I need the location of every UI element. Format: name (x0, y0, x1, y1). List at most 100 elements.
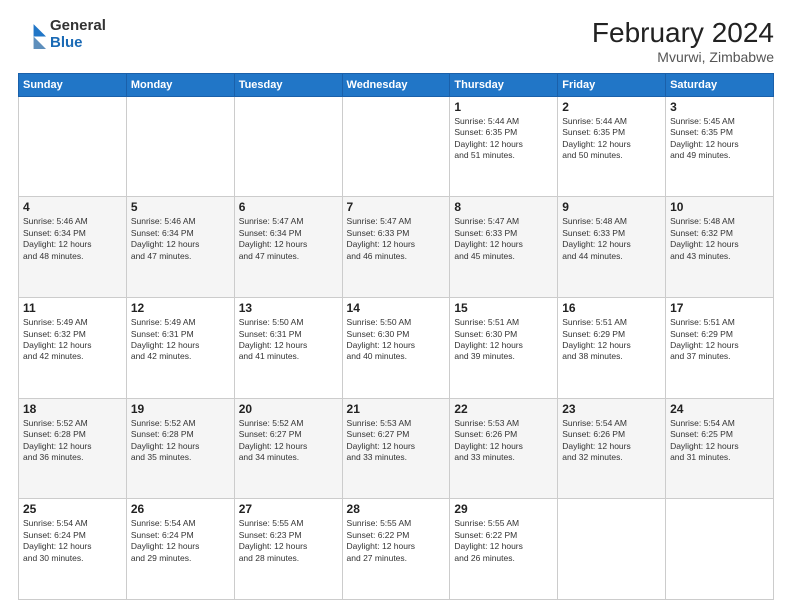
day-info: Sunrise: 5:47 AMSunset: 6:34 PMDaylight:… (239, 216, 338, 262)
table-row: 3 Sunrise: 5:45 AMSunset: 6:35 PMDaylight… (666, 96, 774, 197)
calendar-week-1: 1 Sunrise: 5:44 AMSunset: 6:35 PMDaylight… (19, 96, 774, 197)
table-row: 28 Sunrise: 5:55 AMSunset: 6:22 PMDayligh… (342, 499, 450, 600)
table-row: 24 Sunrise: 5:54 AMSunset: 6:25 PMDayligh… (666, 398, 774, 499)
day-number: 23 (562, 402, 661, 416)
day-info: Sunrise: 5:52 AMSunset: 6:28 PMDaylight:… (23, 418, 122, 464)
table-row (666, 499, 774, 600)
day-info: Sunrise: 5:51 AMSunset: 6:30 PMDaylight:… (454, 317, 553, 363)
logo-blue: Blue (50, 34, 83, 51)
header-friday: Friday (558, 73, 666, 96)
day-number: 26 (131, 502, 230, 516)
day-number: 19 (131, 402, 230, 416)
day-number: 20 (239, 402, 338, 416)
day-info: Sunrise: 5:48 AMSunset: 6:33 PMDaylight:… (562, 216, 661, 262)
day-number: 13 (239, 301, 338, 315)
day-number: 1 (454, 100, 553, 114)
day-info: Sunrise: 5:55 AMSunset: 6:22 PMDaylight:… (454, 518, 553, 564)
day-number: 28 (347, 502, 446, 516)
logo-general: General (50, 17, 106, 34)
day-number: 27 (239, 502, 338, 516)
table-row: 18 Sunrise: 5:52 AMSunset: 6:28 PMDayligh… (19, 398, 127, 499)
table-row: 15 Sunrise: 5:51 AMSunset: 6:30 PMDayligh… (450, 298, 558, 399)
day-info: Sunrise: 5:53 AMSunset: 6:27 PMDaylight:… (347, 418, 446, 464)
calendar: Sunday Monday Tuesday Wednesday Thursday… (18, 73, 774, 600)
table-row: 13 Sunrise: 5:50 AMSunset: 6:31 PMDayligh… (234, 298, 342, 399)
day-info: Sunrise: 5:47 AMSunset: 6:33 PMDaylight:… (347, 216, 446, 262)
day-info: Sunrise: 5:51 AMSunset: 6:29 PMDaylight:… (562, 317, 661, 363)
day-info: Sunrise: 5:49 AMSunset: 6:32 PMDaylight:… (23, 317, 122, 363)
day-number: 5 (131, 200, 230, 214)
day-number: 22 (454, 402, 553, 416)
day-number: 29 (454, 502, 553, 516)
table-row: 8 Sunrise: 5:47 AMSunset: 6:33 PMDaylight… (450, 197, 558, 298)
table-row: 16 Sunrise: 5:51 AMSunset: 6:29 PMDayligh… (558, 298, 666, 399)
table-row (342, 96, 450, 197)
day-info: Sunrise: 5:51 AMSunset: 6:29 PMDaylight:… (670, 317, 769, 363)
title-block: February 2024 Mvurwi, Zimbabwe (592, 18, 774, 65)
table-row: 19 Sunrise: 5:52 AMSunset: 6:28 PMDayligh… (126, 398, 234, 499)
subtitle: Mvurwi, Zimbabwe (592, 49, 774, 65)
day-number: 6 (239, 200, 338, 214)
header: General Blue February 2024 Mvurwi, Zimba… (18, 18, 774, 65)
day-number: 8 (454, 200, 553, 214)
table-row: 10Sunrise: 5:48 AMSunset: 6:32 PMDayligh… (666, 197, 774, 298)
table-row: 22 Sunrise: 5:53 AMSunset: 6:26 PMDayligh… (450, 398, 558, 499)
table-row: 17 Sunrise: 5:51 AMSunset: 6:29 PMDayligh… (666, 298, 774, 399)
table-row: 5 Sunrise: 5:46 AMSunset: 6:34 PMDaylight… (126, 197, 234, 298)
day-number: 21 (347, 402, 446, 416)
table-row: 1 Sunrise: 5:44 AMSunset: 6:35 PMDaylight… (450, 96, 558, 197)
day-info: Sunrise: 5:54 AMSunset: 6:24 PMDaylight:… (131, 518, 230, 564)
logo-icon (18, 21, 46, 49)
day-number: 18 (23, 402, 122, 416)
day-number: 11 (23, 301, 122, 315)
header-wednesday: Wednesday (342, 73, 450, 96)
day-number: 16 (562, 301, 661, 315)
table-row: 7 Sunrise: 5:47 AMSunset: 6:33 PMDaylight… (342, 197, 450, 298)
day-info: Sunrise: 5:53 AMSunset: 6:26 PMDaylight:… (454, 418, 553, 464)
day-info: Sunrise: 5:46 AMSunset: 6:34 PMDaylight:… (131, 216, 230, 262)
day-info: Sunrise: 5:47 AMSunset: 6:33 PMDaylight:… (454, 216, 553, 262)
day-info: Sunrise: 5:44 AMSunset: 6:35 PMDaylight:… (454, 116, 553, 162)
header-thursday: Thursday (450, 73, 558, 96)
day-number: 7 (347, 200, 446, 214)
day-info: Sunrise: 5:55 AMSunset: 6:22 PMDaylight:… (347, 518, 446, 564)
table-row: 6 Sunrise: 5:47 AMSunset: 6:34 PMDaylight… (234, 197, 342, 298)
calendar-week-4: 18 Sunrise: 5:52 AMSunset: 6:28 PMDayligh… (19, 398, 774, 499)
day-number: 17 (670, 301, 769, 315)
day-info: Sunrise: 5:46 AMSunset: 6:34 PMDaylight:… (23, 216, 122, 262)
calendar-week-3: 11 Sunrise: 5:49 AMSunset: 6:32 PMDayligh… (19, 298, 774, 399)
main-title: February 2024 (592, 18, 774, 49)
table-row (234, 96, 342, 197)
page: General Blue February 2024 Mvurwi, Zimba… (0, 0, 792, 612)
day-number: 12 (131, 301, 230, 315)
table-row: 20 Sunrise: 5:52 AMSunset: 6:27 PMDayligh… (234, 398, 342, 499)
table-row (558, 499, 666, 600)
calendar-week-5: 25 Sunrise: 5:54 AMSunset: 6:24 PMDayligh… (19, 499, 774, 600)
day-number: 24 (670, 402, 769, 416)
table-row: 9Sunrise: 5:48 AMSunset: 6:33 PMDaylight… (558, 197, 666, 298)
table-row: 26 Sunrise: 5:54 AMSunset: 6:24 PMDayligh… (126, 499, 234, 600)
day-info: Sunrise: 5:52 AMSunset: 6:28 PMDaylight:… (131, 418, 230, 464)
logo: General Blue (18, 18, 106, 51)
day-info: Sunrise: 5:45 AMSunset: 6:35 PMDaylight:… (670, 116, 769, 162)
table-row: 21 Sunrise: 5:53 AMSunset: 6:27 PMDayligh… (342, 398, 450, 499)
table-row: 23 Sunrise: 5:54 AMSunset: 6:26 PMDayligh… (558, 398, 666, 499)
day-info: Sunrise: 5:50 AMSunset: 6:30 PMDaylight:… (347, 317, 446, 363)
table-row: 25 Sunrise: 5:54 AMSunset: 6:24 PMDayligh… (19, 499, 127, 600)
day-info: Sunrise: 5:50 AMSunset: 6:31 PMDaylight:… (239, 317, 338, 363)
day-number: 2 (562, 100, 661, 114)
day-info: Sunrise: 5:55 AMSunset: 6:23 PMDaylight:… (239, 518, 338, 564)
day-number: 25 (23, 502, 122, 516)
table-row: 2Sunrise: 5:44 AMSunset: 6:35 PMDaylight… (558, 96, 666, 197)
day-info: Sunrise: 5:54 AMSunset: 6:26 PMDaylight:… (562, 418, 661, 464)
day-info: Sunrise: 5:54 AMSunset: 6:24 PMDaylight:… (23, 518, 122, 564)
day-number: 3 (670, 100, 769, 114)
table-row: 4Sunrise: 5:46 AMSunset: 6:34 PMDaylight… (19, 197, 127, 298)
table-row: 11 Sunrise: 5:49 AMSunset: 6:32 PMDayligh… (19, 298, 127, 399)
day-number: 15 (454, 301, 553, 315)
day-info: Sunrise: 5:52 AMSunset: 6:27 PMDaylight:… (239, 418, 338, 464)
table-row (126, 96, 234, 197)
header-monday: Monday (126, 73, 234, 96)
header-tuesday: Tuesday (234, 73, 342, 96)
day-info: Sunrise: 5:54 AMSunset: 6:25 PMDaylight:… (670, 418, 769, 464)
